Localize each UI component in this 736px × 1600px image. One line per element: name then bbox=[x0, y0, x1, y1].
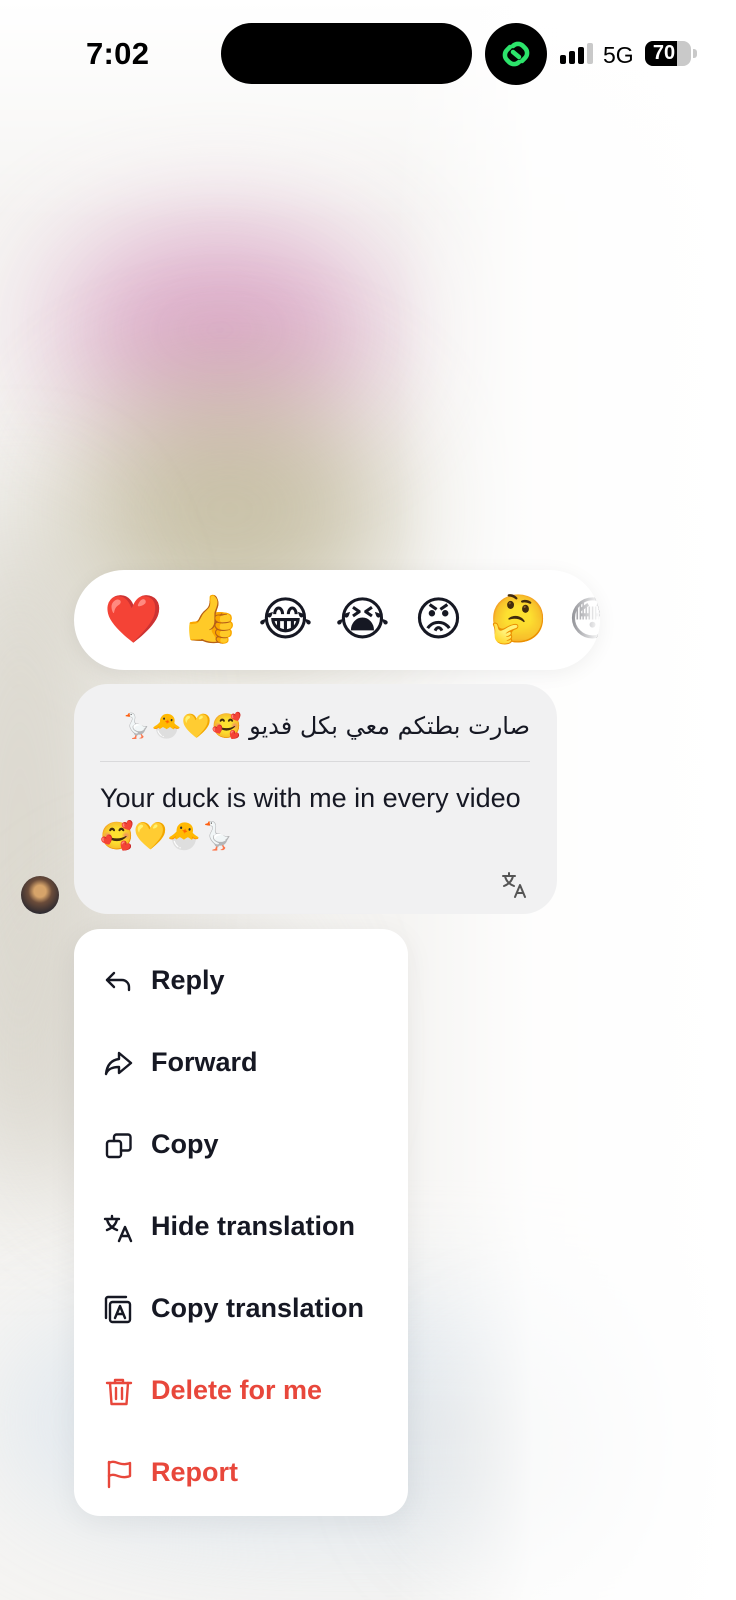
reaction-crying[interactable]: 😭 bbox=[335, 592, 390, 648]
menu-item-label: Copy bbox=[151, 1129, 219, 1159]
network-type: 5G bbox=[603, 42, 634, 68]
reply-icon bbox=[102, 965, 136, 999]
menu-item-forward[interactable]: Forward bbox=[74, 1027, 408, 1099]
reaction-angry[interactable]: 😡 bbox=[412, 592, 465, 648]
menu-item-label: Hide translation bbox=[151, 1211, 356, 1241]
menu-item-label: Report bbox=[151, 1457, 238, 1487]
menu-item-copy[interactable]: Copy bbox=[74, 1109, 408, 1181]
menu-item-label: Delete for me bbox=[151, 1375, 323, 1405]
menu-item-hide-translation[interactable]: Hide translation bbox=[74, 1191, 408, 1263]
signal-icon bbox=[560, 42, 596, 64]
context-menu: Reply Forward Copy Hide translation Copy tra… bbox=[74, 929, 408, 1516]
menu-item-copy-translation[interactable]: Copy translation bbox=[74, 1273, 408, 1345]
trash-icon bbox=[102, 1375, 136, 1409]
reaction-thumbs-up[interactable]: 👍 bbox=[181, 592, 240, 648]
menu-item-label: Reply bbox=[151, 965, 225, 995]
clock: 7:02 bbox=[86, 36, 150, 71]
menu-item-delete-for-me[interactable]: Delete for me bbox=[74, 1355, 408, 1427]
avatar[interactable] bbox=[21, 876, 59, 914]
battery-level: 70 bbox=[652, 42, 676, 64]
reaction-thinking[interactable]: 🤔 bbox=[489, 592, 548, 648]
copy-icon bbox=[102, 1129, 136, 1163]
divider bbox=[100, 761, 530, 762]
original-message: صارت بطتكم معي بكل فديو 🥰💛🐣🪿 bbox=[121, 712, 530, 740]
reaction-heart[interactable]: ❤️ bbox=[104, 592, 163, 648]
link-app-icon[interactable] bbox=[485, 23, 547, 85]
reaction-laughing[interactable]: 😂 bbox=[258, 592, 313, 648]
translate-icon[interactable] bbox=[500, 870, 530, 900]
menu-item-report[interactable]: Report bbox=[74, 1437, 408, 1509]
menu-item-label: Copy translation bbox=[151, 1293, 365, 1323]
battery-icon: 70 bbox=[645, 41, 691, 66]
message-bubble[interactable]: صارت بطتكم معي بكل فديو 🥰💛🐣🪿 Your duck i… bbox=[74, 684, 557, 914]
status-bar: 7:02 5G 70 bbox=[0, 0, 736, 110]
flag-icon bbox=[102, 1457, 136, 1491]
translated-message: Your duck is with me in every video 🥰💛🐣🪿 bbox=[100, 783, 521, 851]
menu-item-label: Forward bbox=[151, 1047, 258, 1077]
menu-item-reply[interactable]: Reply bbox=[74, 945, 408, 1017]
dynamic-island bbox=[221, 23, 472, 84]
reaction-bar: ❤️👍😂😭😡🤔😳 bbox=[74, 570, 600, 670]
translate-icon bbox=[102, 1211, 136, 1245]
forward-icon bbox=[102, 1047, 136, 1081]
copy-translation-icon bbox=[102, 1293, 136, 1327]
